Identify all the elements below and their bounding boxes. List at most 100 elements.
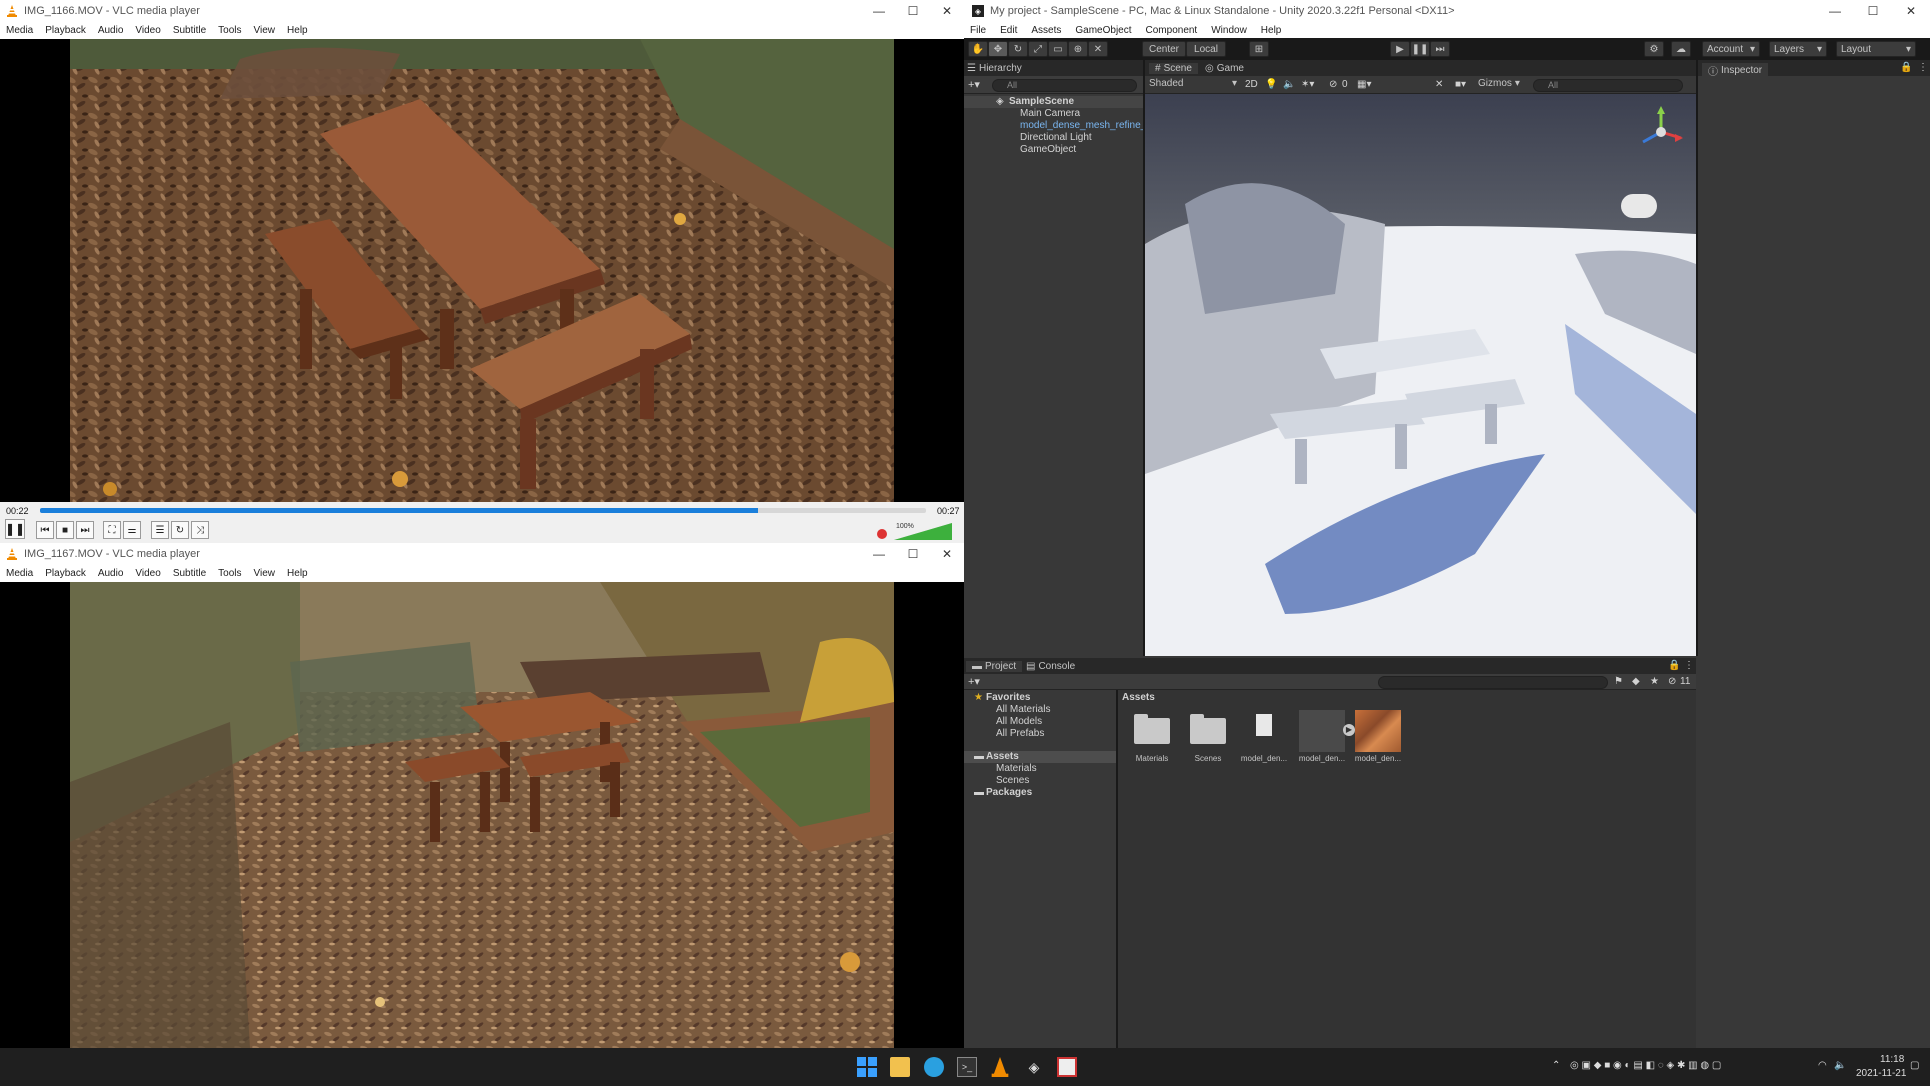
menu-view[interactable]: View [254, 568, 276, 579]
directional-light-icon[interactable] [1621, 194, 1657, 218]
start-windows-icon[interactable] [857, 1057, 877, 1077]
menu-window[interactable]: Window [1211, 25, 1247, 36]
collab-icon[interactable]: ⚙ [1644, 41, 1664, 57]
search-by-type-icon[interactable]: ⚑ [1614, 676, 1623, 687]
wifi-icon[interactable]: ◠ [1818, 1060, 1827, 1071]
vlc-titlebar[interactable]: IMG_1167.MOV - VLC media player — ☐ ✕ [0, 543, 964, 565]
audio-icon[interactable]: 🔈 [1283, 79, 1295, 90]
shading-mode-dropdown[interactable]: Shaded ▾ [1149, 78, 1237, 89]
create-dropdown[interactable]: +▾ [968, 78, 980, 91]
menu-assets[interactable]: Assets [1031, 25, 1061, 36]
lighting-icon[interactable]: 💡 [1265, 79, 1277, 90]
pivot-local-button[interactable]: Local [1186, 41, 1226, 57]
playlist-button[interactable]: ☰ [151, 521, 169, 539]
asset-model-texture[interactable]: model_den... [1354, 710, 1402, 763]
menu-playback[interactable]: Playback [45, 25, 86, 36]
minimize-button[interactable]: — [862, 4, 896, 18]
close-button[interactable]: ✕ [930, 547, 964, 561]
menu-component[interactable]: Component [1146, 25, 1198, 36]
tab-inspector[interactable]: ⓘ Inspector [1702, 63, 1769, 78]
tree-scenes[interactable]: Scenes [996, 775, 1029, 786]
hierarchy-item-gameobject[interactable]: GameObject [1020, 144, 1076, 155]
menu-help[interactable]: Help [287, 25, 308, 36]
file-explorer-icon[interactable] [890, 1057, 910, 1077]
vlc-titlebar[interactable]: IMG_1166.MOV - VLC media player — ☐ ✕ [0, 0, 964, 22]
scale-tool-button[interactable]: ⤢ [1028, 41, 1048, 57]
menu-help[interactable]: Help [287, 568, 308, 579]
create-dropdown[interactable]: +▾ [968, 675, 980, 688]
layers-dropdown[interactable]: Layers ▾ [1769, 41, 1827, 57]
menu-help[interactable]: Help [1261, 25, 1282, 36]
menu-edit[interactable]: Edit [1000, 25, 1017, 36]
custom-tool-button[interactable]: ✕ [1088, 41, 1108, 57]
menu-tools[interactable]: Tools [218, 568, 241, 579]
breadcrumb[interactable]: Assets [1122, 692, 1155, 703]
menu-view[interactable]: View [254, 25, 276, 36]
grid-icon[interactable]: ▦▾ [1357, 79, 1371, 90]
tab-console[interactable]: ▤ Console [1026, 661, 1075, 672]
minimize-button[interactable]: — [862, 547, 896, 561]
tab-project[interactable]: ▬ Project [966, 661, 1023, 672]
video-frame-picnic-table-closeup[interactable] [0, 39, 964, 502]
menu-subtitle[interactable]: Subtitle [173, 568, 206, 579]
rect-tool-button[interactable]: ▭ [1048, 41, 1068, 57]
maximize-button[interactable]: ☐ [896, 547, 930, 561]
close-button[interactable]: ✕ [1892, 4, 1930, 18]
hierarchy-item-model[interactable]: model_dense_mesh_refine_te [1020, 120, 1155, 131]
lock-icon[interactable]: 🔒 [1668, 660, 1680, 671]
asset-model-prefab[interactable]: ▶ model_den... [1298, 710, 1355, 763]
grid-snap-button[interactable]: ⊞ [1249, 41, 1269, 57]
unity-titlebar[interactable]: ◈ My project - SampleScene - PC, Mac & L… [964, 0, 1930, 22]
cloud-icon[interactable]: ☁ [1671, 41, 1691, 57]
notification-icon[interactable]: ▢ [1910, 1060, 1919, 1071]
tree-materials[interactable]: Materials [996, 763, 1037, 774]
menu-video[interactable]: Video [135, 568, 160, 579]
favorite-all-prefabs[interactable]: All Prefabs [996, 728, 1044, 739]
app-taskbar-icon[interactable] [1057, 1057, 1077, 1077]
vlc-taskbar-icon[interactable] [990, 1057, 1010, 1077]
stop-button[interactable]: ■ [56, 521, 74, 539]
menu-tools[interactable]: Tools [218, 25, 241, 36]
pause-button[interactable]: ❚❚ [1410, 41, 1430, 57]
maximize-button[interactable]: ☐ [1854, 4, 1892, 18]
tools-icon[interactable]: ✕ [1435, 79, 1443, 90]
hierarchy-item-main-camera[interactable]: Main Camera [1020, 108, 1080, 119]
edge-browser-icon[interactable] [924, 1057, 944, 1077]
toggle-2d-button[interactable]: 2D [1245, 79, 1258, 90]
favorite-all-materials[interactable]: All Materials [996, 704, 1050, 715]
favorites-label[interactable]: Favorites [986, 692, 1030, 703]
menu-audio[interactable]: Audio [98, 25, 124, 36]
menu-subtitle[interactable]: Subtitle [173, 25, 206, 36]
pivot-center-button[interactable]: Center [1142, 41, 1186, 57]
tray-overflow-icon[interactable]: ⌃ [1552, 1060, 1560, 1071]
asset-scenes-folder[interactable]: Scenes [1184, 714, 1232, 763]
kebab-menu-icon[interactable]: ⋮ [1918, 62, 1928, 73]
move-tool-button[interactable]: ✥ [988, 41, 1008, 57]
menu-media[interactable]: Media [6, 568, 33, 579]
fullscreen-button[interactable]: ⛶ [103, 521, 121, 539]
tab-hierarchy[interactable]: ☰ Hierarchy [967, 63, 1022, 74]
play-button[interactable]: ▶ [1390, 41, 1410, 57]
clock-time[interactable]: 11:18 [1880, 1054, 1904, 1065]
tree-assets[interactable]: Assets [986, 751, 1019, 762]
extended-settings-button[interactable]: ⚌ [123, 521, 141, 539]
volume-slider[interactable] [894, 523, 952, 541]
volume-icon[interactable]: 🔈 [1834, 1060, 1846, 1071]
menu-audio[interactable]: Audio [98, 568, 124, 579]
tray-apps-icon[interactable]: ◎ ▣ ◆ ■ ◉ ◐ ▤ ◧ ◌ ◈ ✱ ▥ ◍ ▢ [1570, 1060, 1721, 1071]
pause-button[interactable]: ❚❚ [5, 519, 25, 539]
favorite-all-models[interactable]: All Models [996, 716, 1042, 727]
layout-dropdown[interactable]: Layout ▾ [1836, 41, 1916, 57]
search-by-label-icon[interactable]: ◆ [1632, 676, 1640, 687]
terminal-icon[interactable]: >_ [957, 1057, 977, 1077]
transform-tool-button[interactable]: ⊕ [1068, 41, 1088, 57]
clock-date[interactable]: 2021-11-21 [1856, 1068, 1906, 1079]
effects-icon[interactable]: ✶▾ [1301, 79, 1314, 90]
asset-model-file[interactable]: model_den... [1240, 714, 1288, 763]
menu-video[interactable]: Video [135, 25, 160, 36]
scene-search[interactable]: All [1533, 79, 1683, 92]
hierarchy-search[interactable]: All [992, 79, 1137, 92]
menu-playback[interactable]: Playback [45, 568, 86, 579]
mute-icon[interactable] [877, 529, 887, 539]
asset-materials-folder[interactable]: Materials [1128, 714, 1176, 763]
